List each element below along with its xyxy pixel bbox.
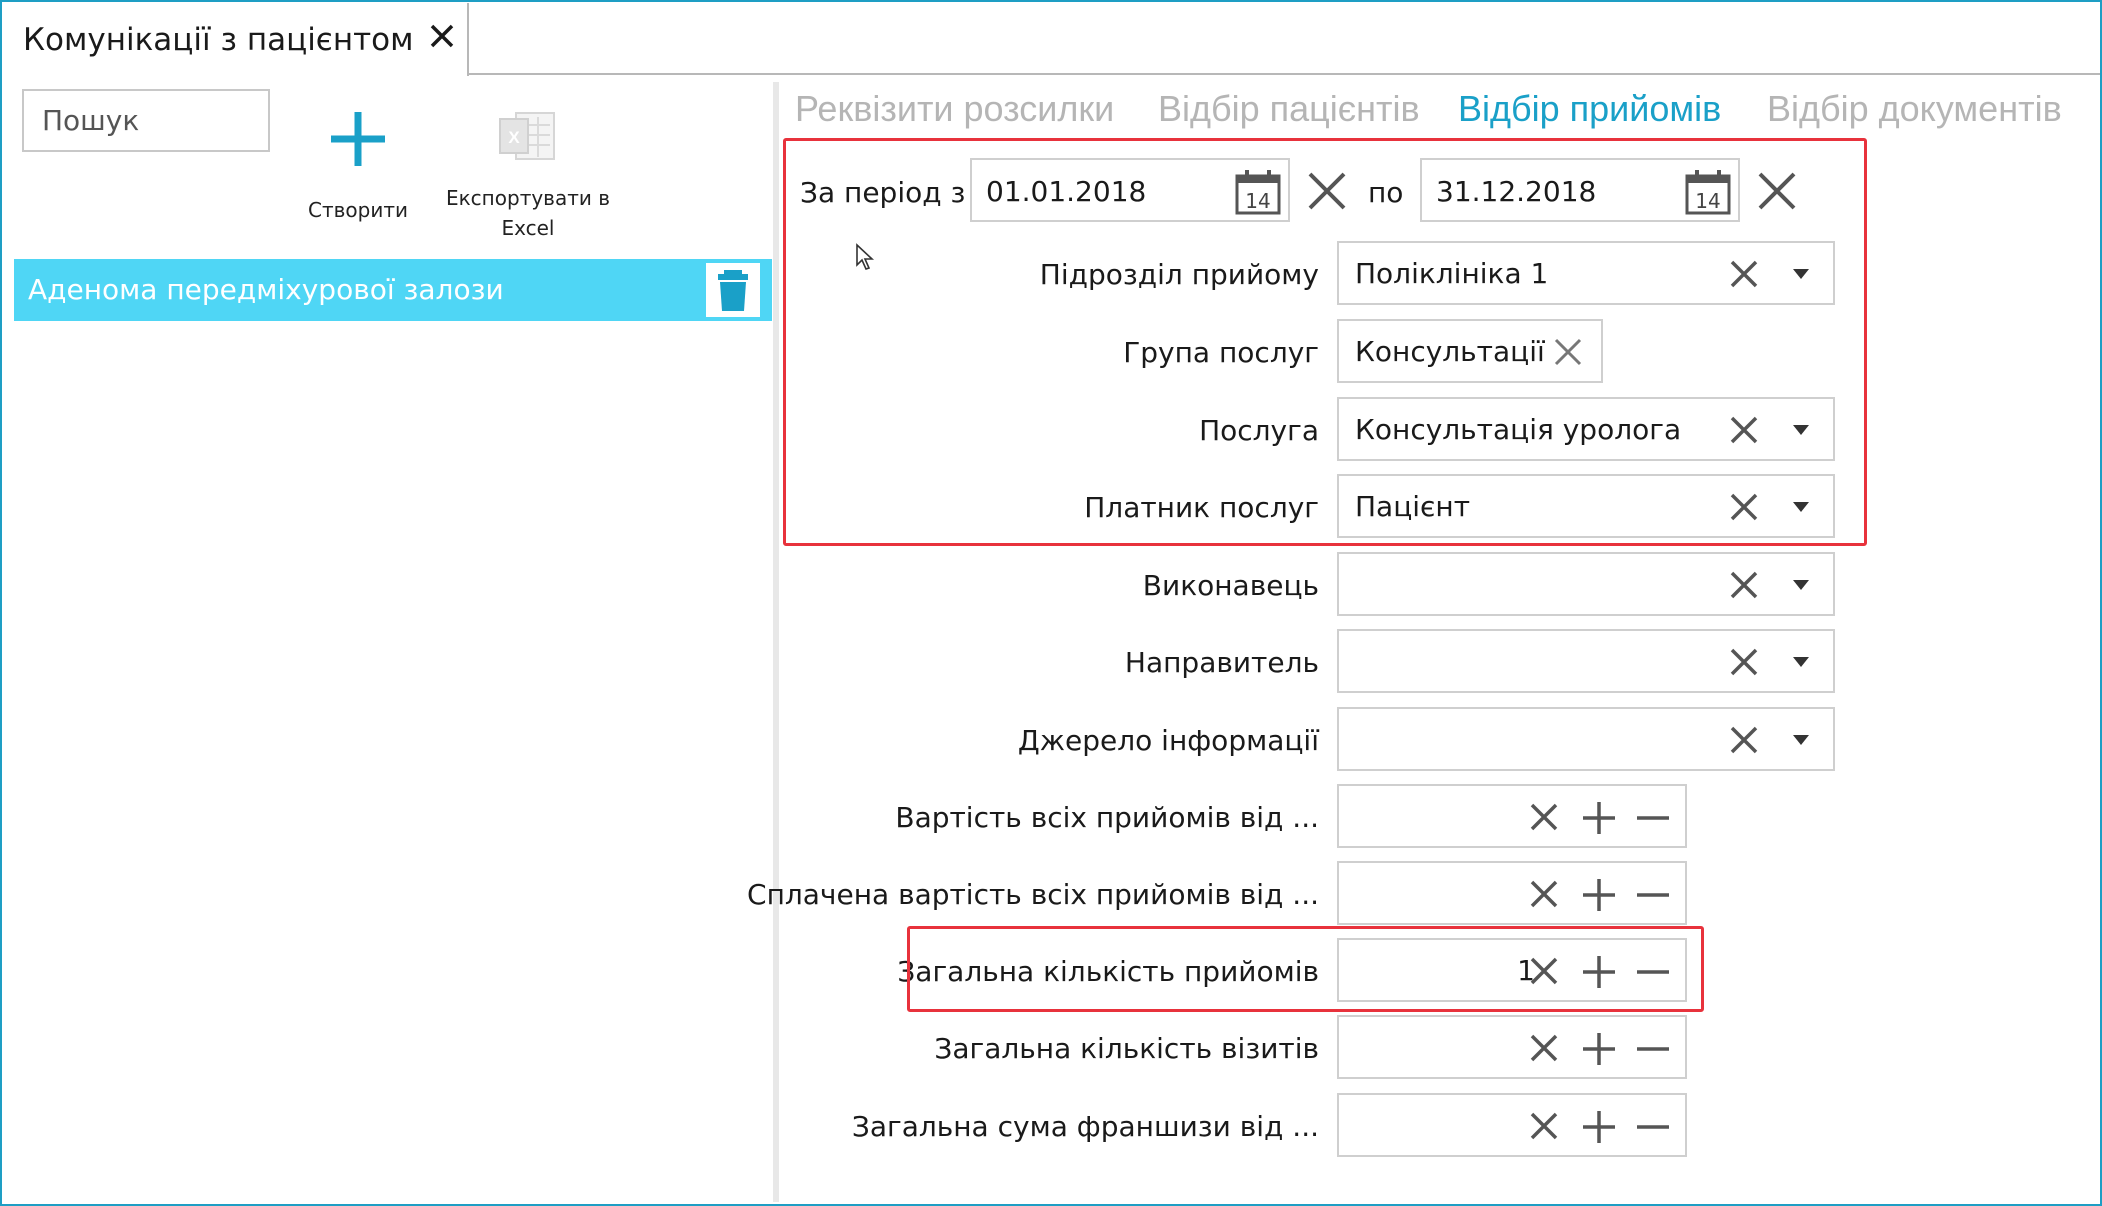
minus-icon[interactable]	[1635, 800, 1671, 836]
create-label: Створити	[308, 198, 408, 222]
paid-all-label: Сплачена вартість всіх прийомів від ...	[747, 878, 1319, 911]
list-item[interactable]: Аденома передміхурової залози	[14, 259, 772, 321]
export-label-line2: Excel	[501, 216, 555, 240]
clear-icon[interactable]	[1529, 802, 1559, 832]
export-excel-button[interactable]: X Експортувати в Excel	[440, 105, 616, 240]
highlight-box-filters	[783, 138, 1867, 546]
plus-icon[interactable]	[1581, 877, 1617, 913]
delete-button[interactable]	[706, 263, 760, 317]
trash-icon	[718, 270, 748, 311]
plus-icon[interactable]	[1581, 1031, 1617, 1067]
plus-icon[interactable]	[1581, 1109, 1617, 1145]
franchise-sum-stepper[interactable]	[1337, 1093, 1687, 1157]
tab-divider	[467, 73, 2100, 75]
minus-icon[interactable]	[1635, 877, 1671, 913]
create-button[interactable]: Створити	[300, 105, 416, 230]
tab-document-selection[interactable]: Відбір документів	[1767, 88, 2062, 130]
close-icon[interactable]	[427, 21, 457, 51]
clear-icon[interactable]	[1729, 647, 1759, 677]
svg-text:X: X	[508, 128, 520, 147]
chevron-down-icon[interactable]	[1791, 733, 1811, 747]
highlight-box-visit-count	[907, 926, 1704, 1012]
info-source-label: Джерело інформації	[1017, 724, 1319, 757]
search-input[interactable]	[24, 91, 268, 150]
tab-title: Комунікації з пацієнтом	[23, 22, 414, 58]
performer-label: Виконавець	[1142, 569, 1319, 602]
clear-icon[interactable]	[1529, 879, 1559, 909]
search-box[interactable]	[22, 89, 270, 152]
franchise-sum-label: Загальна сума франшизи від ...	[851, 1110, 1319, 1143]
clear-icon[interactable]	[1729, 570, 1759, 600]
tab-patient-selection[interactable]: Відбір пацієнтів	[1158, 88, 1420, 130]
total-visits-stepper[interactable]	[1337, 1015, 1687, 1079]
minus-icon[interactable]	[1635, 1031, 1671, 1067]
plus-icon[interactable]	[1581, 800, 1617, 836]
tab-communications[interactable]: Комунікації з пацієнтом	[3, 3, 469, 76]
referrer-label: Направитель	[1124, 646, 1319, 679]
tab-mailing-details[interactable]: Реквізити розсилки	[795, 88, 1114, 130]
cost-all-stepper[interactable]	[1337, 784, 1687, 848]
total-visits-label: Загальна кількість візитів	[934, 1032, 1319, 1065]
export-label: Експортувати в Excel	[440, 183, 616, 243]
performer-dropdown[interactable]	[1337, 552, 1835, 616]
paid-all-stepper[interactable]	[1337, 861, 1687, 925]
clear-icon[interactable]	[1729, 725, 1759, 755]
minus-icon[interactable]	[1635, 1109, 1671, 1145]
info-source-dropdown[interactable]	[1337, 707, 1835, 771]
list-item-label: Аденома передміхурової залози	[28, 273, 504, 306]
clear-icon[interactable]	[1529, 1033, 1559, 1063]
chevron-down-icon[interactable]	[1791, 655, 1811, 669]
chevron-down-icon[interactable]	[1791, 578, 1811, 592]
export-label-line1: Експортувати в	[445, 186, 611, 210]
plus-icon	[331, 112, 385, 166]
cost-all-label: Вартість всіх прийомів від ...	[895, 801, 1319, 834]
clear-icon[interactable]	[1529, 1111, 1559, 1141]
panel-splitter[interactable]	[773, 82, 779, 1202]
tab-visit-selection[interactable]: Відбір прийомів	[1458, 88, 1721, 130]
excel-icon: X	[499, 112, 555, 160]
referrer-dropdown[interactable]	[1337, 629, 1835, 693]
